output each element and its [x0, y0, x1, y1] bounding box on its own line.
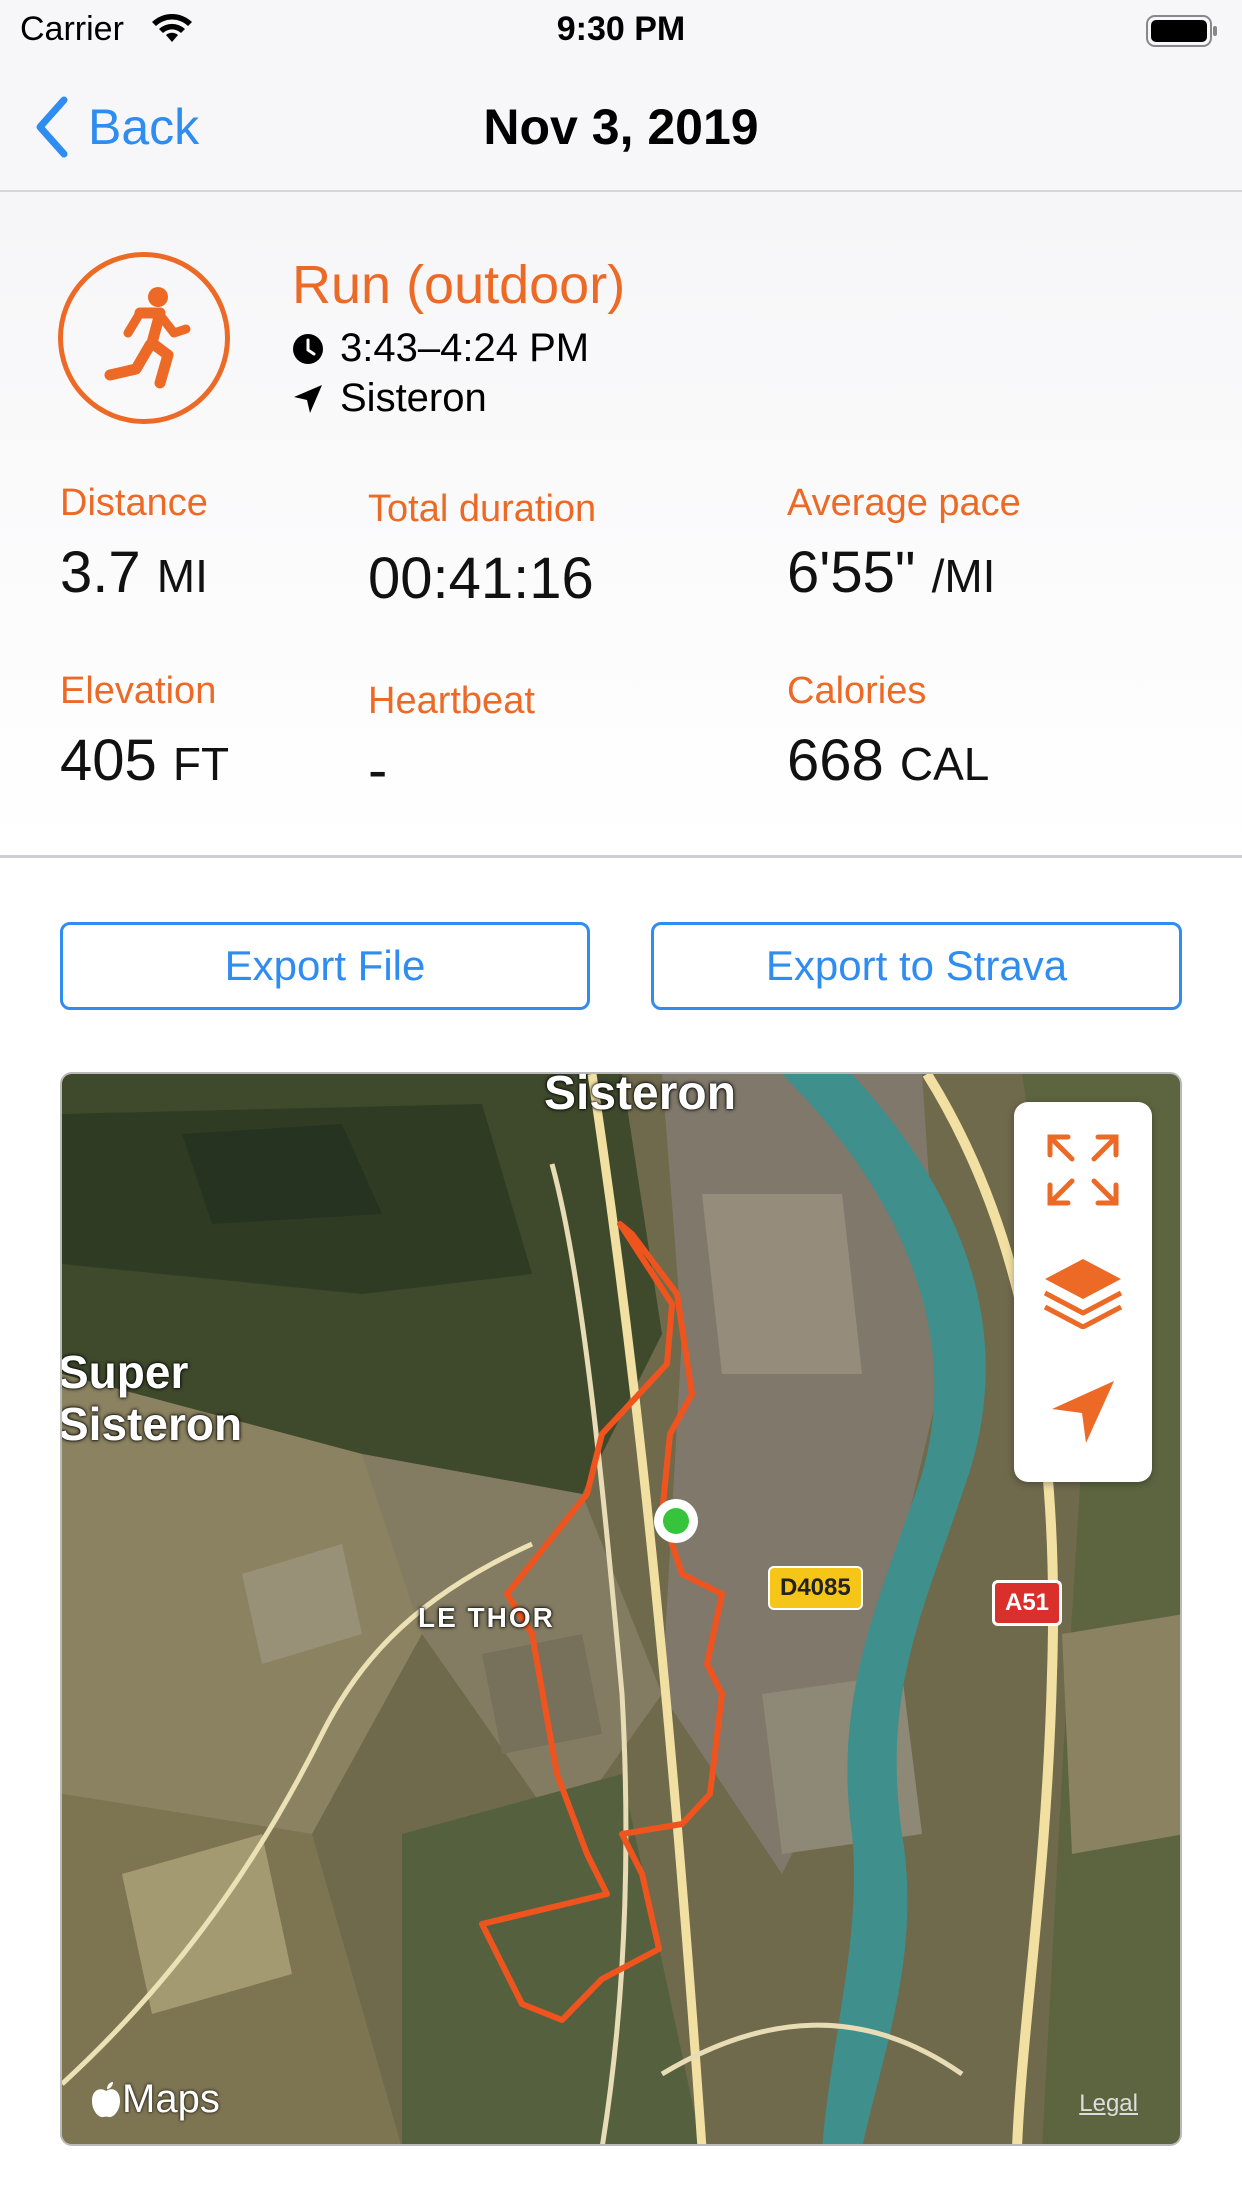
stat-label: Distance: [60, 482, 208, 524]
stat-distance: Distance 3.7 MI: [60, 482, 208, 606]
map-label-super-sisteron: Super Sisteron: [60, 1346, 243, 1450]
stat-value-row: 405 FT: [60, 727, 229, 794]
map-label-le-thor: LE THOR: [418, 1602, 555, 1633]
expand-map-button[interactable]: [1014, 1110, 1152, 1230]
stat-label: Heartbeat: [368, 680, 535, 722]
location-arrow-icon: [294, 384, 322, 413]
navigation-bar: Back Nov 3, 2019: [0, 62, 1242, 192]
stat-value: 668: [787, 728, 884, 793]
map-controls: [1014, 1102, 1152, 1482]
map-layers-button[interactable]: [1014, 1232, 1152, 1352]
status-time: 9:30 PM: [556, 10, 686, 48]
apple-icon: [92, 2081, 120, 2117]
stat-value-row: 668 CAL: [787, 727, 989, 794]
stat-value: 00:41:16: [368, 546, 594, 611]
location-arrow-icon: [1052, 1381, 1114, 1443]
stat-unit: MI: [156, 550, 208, 602]
stat-label: Elevation: [60, 670, 217, 712]
apple-maps-logo: Maps: [90, 2077, 220, 2122]
export-strava-button[interactable]: Export to Strava: [651, 922, 1182, 1010]
stat-elevation: Elevation 405 FT: [60, 670, 229, 794]
clock-icon: [293, 333, 323, 364]
stat-calories: Calories 668 CAL: [787, 670, 989, 794]
stat-unit: CAL: [899, 738, 990, 790]
maps-logo-text: Maps: [122, 2077, 220, 2121]
stat-value: -: [368, 738, 388, 803]
route-map[interactable]: Sisteron Super Sisteron LE THOR D4085 A5…: [60, 1072, 1182, 2146]
stat-value: 6'55": [787, 540, 916, 605]
location-name: Sisteron: [340, 376, 487, 420]
stat-label: Total duration: [368, 488, 597, 530]
expand-icon: [1047, 1134, 1119, 1206]
legal-link[interactable]: Legal: [1079, 2090, 1138, 2118]
road-shield-d4085: D4085: [768, 1566, 863, 1610]
stat-label: Calories: [787, 670, 927, 712]
stat-value-row: 6'55" /MI: [787, 539, 1021, 606]
status-bar: Carrier 9:30 PM: [0, 0, 1242, 62]
stat-label: Average pace: [787, 482, 1021, 524]
stat-average-pace: Average pace 6'55" /MI: [787, 482, 1021, 606]
page-title: Nov 3, 2019: [483, 99, 759, 155]
locate-me-button[interactable]: [1014, 1352, 1152, 1472]
running-figure-icon: [104, 287, 191, 389]
activity-name: Run (outdoor): [292, 255, 626, 315]
time-range: 3:43–4:24 PM: [340, 326, 590, 370]
location-row: Sisteron: [292, 376, 487, 421]
stat-total-duration: Total duration 00:41:16: [368, 488, 596, 612]
activity-type-badge: [58, 252, 230, 424]
stat-heartbeat: Heartbeat -: [368, 680, 535, 804]
export-file-button[interactable]: Export File: [60, 922, 590, 1010]
time-range-row: 3:43–4:24 PM: [292, 326, 589, 371]
activity-summary: Run (outdoor) 3:43–4:24 PM Sisteron Dist…: [0, 192, 1242, 858]
stat-value: 405: [60, 728, 157, 793]
stat-value: 3.7: [60, 540, 141, 605]
stat-value-row: -: [368, 737, 535, 804]
stat-unit: /MI: [931, 550, 996, 602]
layers-icon: [1043, 1259, 1123, 1329]
battery-icon: [1146, 15, 1217, 47]
road-shield-a51: A51: [992, 1580, 1063, 1626]
map-label-sisteron: Sisteron: [544, 1072, 737, 1120]
stat-value-row: 00:41:16: [368, 545, 596, 612]
stat-unit: FT: [172, 738, 230, 790]
stat-value-row: 3.7 MI: [60, 539, 208, 606]
